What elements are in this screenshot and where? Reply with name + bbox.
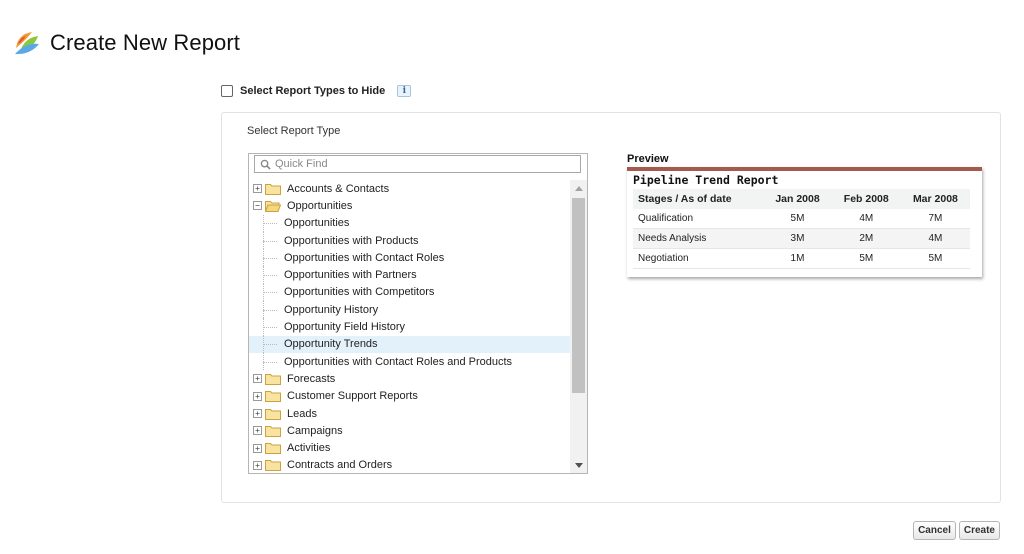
- table-cell: 5M: [831, 248, 901, 269]
- table-cell: 7M: [900, 209, 970, 229]
- tree-folder-label: Contracts and Orders: [287, 459, 393, 472]
- tree-folder-label: Campaigns: [287, 424, 343, 437]
- report-type-tree: + Accounts & Contacts − Opportunities Op…: [249, 180, 571, 473]
- tree-scrollbar[interactable]: [570, 180, 587, 473]
- preview-table: Stages / As of date Jan 2008 Feb 2008 Ma…: [633, 189, 970, 269]
- table-cell: 1M: [763, 248, 832, 269]
- expand-icon[interactable]: +: [253, 460, 262, 470]
- tree-item-opportunity-trends[interactable]: Opportunity Trends: [249, 335, 571, 354]
- tree-item-opportunities-with-products[interactable]: Opportunities with Products: [249, 231, 571, 250]
- tree-item-opportunity-history[interactable]: Opportunity History: [249, 301, 571, 319]
- hide-report-types-label[interactable]: Select Report Types to Hide: [240, 85, 385, 97]
- expand-icon[interactable]: +: [253, 391, 262, 401]
- preview-report-title: Pipeline Trend Report: [633, 173, 779, 187]
- select-report-type-label: Select Report Type: [247, 125, 341, 137]
- create-button[interactable]: Create: [958, 521, 1000, 540]
- preview-col-header: Stages / As of date: [633, 189, 764, 209]
- tree-item-label: Opportunity Field History: [284, 321, 406, 334]
- tree-item-label: Opportunities with Competitors: [284, 286, 435, 299]
- tree-folder-label: Opportunities: [287, 199, 353, 212]
- table-cell: Needs Analysis: [633, 228, 764, 249]
- collapse-icon[interactable]: −: [253, 201, 262, 211]
- tree-folder-contracts-and-orders[interactable]: + Contracts and Orders: [249, 457, 571, 473]
- table-row: Negotiation 1M 5M 5M: [633, 248, 970, 269]
- expand-icon[interactable]: +: [253, 426, 262, 436]
- tree-folder-campaigns[interactable]: + Campaigns: [249, 422, 571, 439]
- tree-item-label: Opportunities: [284, 217, 350, 230]
- folder-icon: [265, 443, 281, 455]
- quick-find-placeholder: Quick Find: [275, 158, 328, 170]
- tree-folder-accounts-contacts[interactable]: + Accounts & Contacts: [249, 180, 571, 197]
- info-icon[interactable]: i: [397, 85, 412, 97]
- tree-item-label: Opportunity Trends: [284, 338, 378, 351]
- preview-col-header: Feb 2008: [831, 189, 901, 209]
- tree-folder-customer-support-reports[interactable]: + Customer Support Reports: [249, 388, 571, 405]
- preview-label: Preview: [627, 153, 669, 165]
- scroll-down-icon[interactable]: [575, 463, 583, 468]
- tree-folder-label: Leads: [287, 407, 317, 420]
- report-type-panel: Select Report Type Quick Find + Accounts…: [221, 112, 1001, 503]
- hide-report-types-row: Select Report Types to Hide i: [221, 85, 412, 97]
- tree-item-opportunities[interactable]: Opportunities: [249, 214, 571, 233]
- tree-item-label: Opportunities with Partners: [284, 269, 417, 282]
- tree-item-opportunity-field-history[interactable]: Opportunity Field History: [249, 318, 571, 336]
- folder-icon: [265, 391, 281, 403]
- scroll-up-icon[interactable]: [575, 186, 583, 191]
- tree-folder-leads[interactable]: + Leads: [249, 405, 571, 422]
- tree-item-opportunities-with-contact-roles[interactable]: Opportunities with Contact Roles: [249, 249, 571, 267]
- folder-icon: [265, 425, 281, 437]
- page-title: Create New Report: [50, 30, 240, 55]
- tree-item-label: Opportunities with Contact Roles: [284, 251, 445, 264]
- table-cell: 5M: [763, 209, 832, 229]
- tree-folder-label: Activities: [287, 442, 331, 455]
- report-preview: Preview Pipeline Trend Report Stages / A…: [627, 153, 982, 277]
- preview-col-header: Jan 2008: [763, 189, 832, 209]
- open-folder-icon: [265, 200, 281, 212]
- salesforce-reports-icon: [15, 32, 39, 55]
- preview-header-row: Stages / As of date Jan 2008 Feb 2008 Ma…: [633, 189, 970, 209]
- folder-icon: [265, 460, 281, 472]
- tree-folder-forecasts[interactable]: + Forecasts: [249, 370, 571, 387]
- tree-folder-opportunities[interactable]: − Opportunities: [249, 197, 571, 214]
- tree-item-opportunities-with-partners[interactable]: Opportunities with Partners: [249, 266, 571, 285]
- preview-col-header: Mar 2008: [900, 189, 970, 209]
- tree-item-label: Opportunity History: [284, 303, 379, 316]
- tree-folder-label: Forecasts: [287, 372, 336, 385]
- scrollbar-thumb[interactable]: [572, 198, 585, 393]
- folder-icon: [265, 373, 281, 385]
- quick-find-input[interactable]: Quick Find: [254, 155, 581, 173]
- tree-item-label: Opportunities with Products: [284, 234, 419, 247]
- table-cell: 2M: [831, 228, 901, 249]
- table-cell: 5M: [900, 248, 970, 269]
- tree-item-label: Opportunities with Contact Roles and Pro…: [284, 355, 513, 368]
- expand-icon[interactable]: +: [253, 374, 262, 384]
- table-cell: 4M: [831, 209, 901, 229]
- folder-icon: [265, 183, 281, 195]
- folder-icon: [265, 408, 281, 420]
- tree-item-opportunities-with-contact-roles-and-products[interactable]: Opportunities with Contact Roles and Pro…: [249, 352, 571, 371]
- report-type-tree-box: Quick Find + Accounts & Contacts − Oppor…: [248, 153, 588, 474]
- table-cell: Negotiation: [633, 248, 764, 269]
- tree-folder-label: Customer Support Reports: [287, 390, 418, 403]
- preview-card: Pipeline Trend Report Stages / As of dat…: [627, 167, 982, 277]
- table-cell: Qualification: [633, 209, 764, 229]
- expand-icon[interactable]: +: [253, 184, 262, 194]
- page-header: Create New Report: [12, 28, 240, 58]
- tree-folder-activities[interactable]: + Activities: [249, 439, 571, 456]
- table-cell: 4M: [900, 228, 970, 249]
- search-icon: [260, 159, 271, 170]
- cancel-button[interactable]: Cancel: [913, 521, 956, 540]
- table-row: Needs Analysis 3M 2M 4M: [633, 228, 970, 249]
- table-cell: 3M: [763, 228, 832, 249]
- table-row: Qualification 5M 4M 7M: [633, 209, 970, 229]
- hide-report-types-checkbox[interactable]: [221, 85, 233, 97]
- tree-folder-label: Accounts & Contacts: [287, 182, 390, 195]
- action-buttons: Cancel Create: [913, 521, 1000, 540]
- tree-item-opportunities-with-competitors[interactable]: Opportunities with Competitors: [249, 283, 571, 302]
- expand-icon[interactable]: +: [253, 443, 262, 453]
- expand-icon[interactable]: +: [253, 409, 262, 418]
